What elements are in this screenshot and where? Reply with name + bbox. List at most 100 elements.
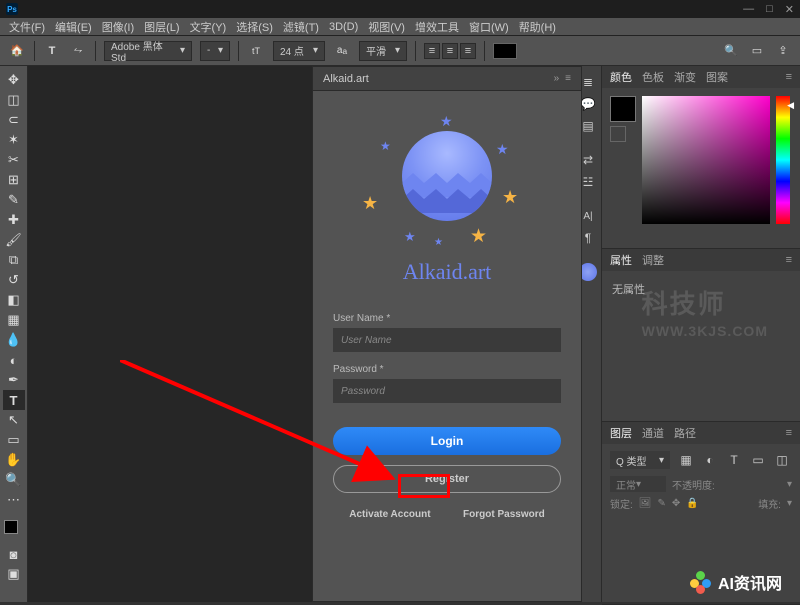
workspace-icon[interactable]: ▭ xyxy=(748,42,766,60)
filter-shape-icon[interactable]: ▭ xyxy=(748,450,768,470)
menu-window[interactable]: 窗口(W) xyxy=(466,19,512,35)
eraser-tool-icon[interactable]: ◧ xyxy=(3,290,25,310)
menu-filter[interactable]: 滤镜(T) xyxy=(280,19,322,35)
orientation-icon[interactable]: ⥊ xyxy=(69,42,87,60)
font-style-select[interactable]: -▾ xyxy=(200,41,230,61)
fill-label: 填充: xyxy=(758,496,781,511)
lock-all-icon[interactable]: 🖼 xyxy=(639,498,652,509)
eyedropper-tool-icon[interactable]: ✎ xyxy=(3,190,25,210)
tab-properties[interactable]: 属性 xyxy=(610,252,632,268)
lasso-tool-icon[interactable]: ⊂ xyxy=(3,110,25,130)
star-icon: ★ xyxy=(496,141,509,158)
filter-type-icon[interactable]: T xyxy=(724,450,744,470)
tab-adjustments[interactable]: 调整 xyxy=(642,252,664,268)
menu-help[interactable]: 帮助(H) xyxy=(516,19,559,35)
tab-layers[interactable]: 图层 xyxy=(610,425,632,441)
username-input[interactable] xyxy=(333,328,561,352)
extension-panel: Alkaid.art » ≡ ★ ★ ★ ★ ★ ★ xyxy=(312,66,582,602)
type-tool-icon[interactable]: T xyxy=(3,390,25,410)
register-button[interactable]: Register xyxy=(333,465,561,493)
star-icon: ★ xyxy=(502,187,518,208)
align-left-icon[interactable]: ≡ xyxy=(424,43,440,59)
menu-image[interactable]: 图像(I) xyxy=(99,19,137,35)
screenmode-icon[interactable]: ▣ xyxy=(3,564,25,584)
panel-menu-icon[interactable]: ≡ xyxy=(565,73,571,84)
tab-patterns[interactable]: 图案 xyxy=(706,69,728,85)
menu-3d[interactable]: 3D(D) xyxy=(326,21,361,33)
shape-tool-icon[interactable]: ▭ xyxy=(3,430,25,450)
menu-layer[interactable]: 图层(L) xyxy=(141,19,182,35)
hand-tool-icon[interactable]: ✋ xyxy=(3,450,25,470)
menu-edit[interactable]: 编辑(E) xyxy=(52,19,95,35)
align-center-icon[interactable]: ≡ xyxy=(442,43,458,59)
panel-menu-icon[interactable]: ≡ xyxy=(786,254,792,266)
filter-pixel-icon[interactable]: ▦ xyxy=(676,450,696,470)
tab-channels[interactable]: 通道 xyxy=(642,425,664,441)
password-input[interactable] xyxy=(333,379,561,403)
home-icon[interactable]: 🏠 xyxy=(8,42,26,60)
layer-filter-select[interactable]: Q 类型▾ xyxy=(610,451,670,469)
search-icon[interactable]: 🔍 xyxy=(722,42,740,60)
tab-gradients[interactable]: 渐变 xyxy=(674,69,696,85)
tab-swatches[interactable]: 色板 xyxy=(642,69,664,85)
star-icon: ★ xyxy=(404,229,416,245)
panel-collapse-icon[interactable]: » xyxy=(554,73,560,84)
marquee-tool-icon[interactable]: ◫ xyxy=(3,90,25,110)
tools-panel: ✥ ◫ ⊂ ✶ ✂ ⊞ ✎ ✚ 🖌 ⧉ ↺ ◧ ▦ 💧 ◐ ✒ T ↖ ▭ ✋ … xyxy=(0,66,28,602)
heal-tool-icon[interactable]: ✚ xyxy=(3,210,25,230)
font-size-select[interactable]: 24 点▾ xyxy=(273,41,325,61)
brush-tool-icon[interactable]: 🖌 xyxy=(3,230,25,250)
align-right-icon[interactable]: ≡ xyxy=(460,43,476,59)
color-picker-field[interactable] xyxy=(642,96,770,224)
dodge-tool-icon[interactable]: ◐ xyxy=(3,350,25,370)
menu-view[interactable]: 视图(V) xyxy=(365,19,408,35)
lock-pos-icon[interactable]: ✎ xyxy=(657,498,665,509)
crop-tool-icon[interactable]: ✂ xyxy=(3,150,25,170)
hue-slider[interactable] xyxy=(776,96,790,224)
filter-smart-icon[interactable]: ◫ xyxy=(772,450,792,470)
window-maximize[interactable]: □ xyxy=(766,3,773,16)
blend-mode-select[interactable]: 正常 ▾ xyxy=(610,476,666,492)
username-label: User Name * xyxy=(333,313,561,324)
no-properties-text: 无属性 xyxy=(612,284,645,296)
tab-color[interactable]: 颜色 xyxy=(610,69,632,85)
login-button[interactable]: Login xyxy=(333,427,561,455)
history-brush-icon[interactable]: ↺ xyxy=(3,270,25,290)
frame-tool-icon[interactable]: ⊞ xyxy=(3,170,25,190)
font-family-select[interactable]: Adobe 黑体 Std▾ xyxy=(104,41,192,61)
stamp-tool-icon[interactable]: ⧉ xyxy=(3,250,25,270)
activate-link[interactable]: Activate Account xyxy=(349,509,430,520)
color-swatch-bg[interactable] xyxy=(610,126,626,142)
wand-tool-icon[interactable]: ✶ xyxy=(3,130,25,150)
path-tool-icon[interactable]: ↖ xyxy=(3,410,25,430)
panel-menu-icon[interactable]: ≡ xyxy=(786,71,792,83)
move-tool-icon[interactable]: ✥ xyxy=(3,70,25,90)
star-icon: ★ xyxy=(362,193,378,214)
quickmask-icon[interactable]: ◙ xyxy=(3,544,25,564)
lock-pixel-icon[interactable]: ✥ xyxy=(672,498,680,509)
color-swatch-fg[interactable] xyxy=(610,96,636,122)
lock-label: 锁定: xyxy=(610,496,633,511)
foreground-swatch[interactable] xyxy=(4,520,18,534)
tab-paths[interactable]: 路径 xyxy=(674,425,696,441)
menu-plugins[interactable]: 增效工具 xyxy=(412,19,462,35)
anti-alias-select[interactable]: 平滑▾ xyxy=(359,41,407,61)
pen-tool-icon[interactable]: ✒ xyxy=(3,370,25,390)
menu-file[interactable]: 文件(F) xyxy=(6,19,48,35)
blur-tool-icon[interactable]: 💧 xyxy=(3,330,25,350)
menu-type[interactable]: 文字(Y) xyxy=(187,19,230,35)
lock-icon[interactable]: 🔒 xyxy=(686,498,698,509)
window-minimize[interactable]: — xyxy=(743,3,754,16)
panel-menu-icon[interactable]: ≡ xyxy=(786,427,792,439)
filter-adjust-icon[interactable]: ◐ xyxy=(700,450,720,470)
edit-toolbar-icon[interactable]: ⋯ xyxy=(3,490,25,510)
gradient-tool-icon[interactable]: ▦ xyxy=(3,310,25,330)
share-icon[interactable]: ⇪ xyxy=(774,42,792,60)
window-close[interactable]: ✕ xyxy=(785,3,794,16)
menu-select[interactable]: 选择(S) xyxy=(233,19,276,35)
type-tool-icon[interactable]: T xyxy=(43,42,61,60)
zoom-tool-icon[interactable]: 🔍 xyxy=(3,470,25,490)
text-color-swatch[interactable] xyxy=(493,43,517,59)
forgot-link[interactable]: Forgot Password xyxy=(463,509,545,520)
canvas-area[interactable]: Alkaid.art » ≡ ★ ★ ★ ★ ★ ★ xyxy=(28,66,574,602)
